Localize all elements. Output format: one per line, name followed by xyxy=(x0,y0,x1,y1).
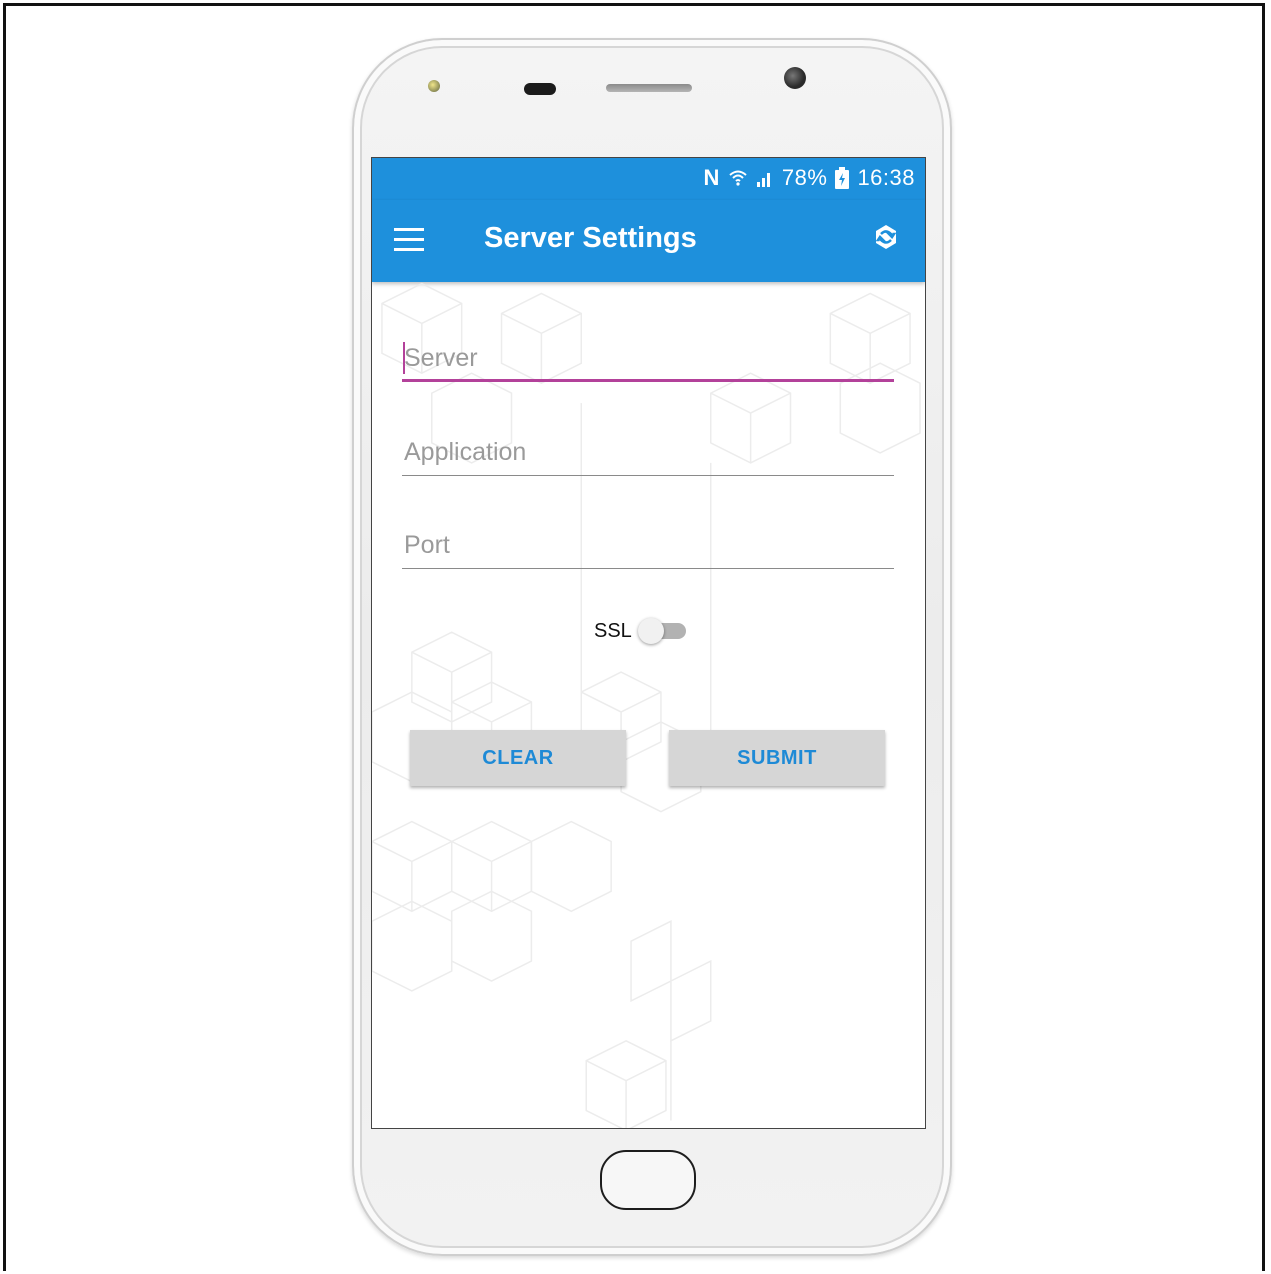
cube-background-pattern xyxy=(372,282,921,1128)
nfc-icon: N xyxy=(703,165,720,190)
phone-screen: N 78% 16:38 Server Settings Server Appli… xyxy=(371,157,926,1129)
server-field[interactable] xyxy=(402,338,894,382)
front-camera xyxy=(784,67,806,89)
port-field[interactable] xyxy=(402,525,894,569)
ssl-toggle-thumb xyxy=(637,618,664,644)
ssl-label: SSL xyxy=(594,619,632,642)
wifi-icon xyxy=(728,168,748,188)
app-bar: Server Settings xyxy=(372,200,925,282)
proximity-sensor xyxy=(428,80,440,92)
port-underline xyxy=(402,568,894,569)
signal-icon xyxy=(756,168,774,188)
sync-icon[interactable] xyxy=(871,222,901,252)
page-title: Server Settings xyxy=(484,222,697,254)
clear-button[interactable]: CLEAR xyxy=(410,730,626,786)
battery-percent: 78% xyxy=(781,165,828,190)
ssl-toggle[interactable] xyxy=(637,618,688,644)
application-field[interactable] xyxy=(402,432,894,476)
sensor-window xyxy=(524,83,556,95)
earpiece-speaker xyxy=(606,84,692,92)
status-bar: N 78% 16:38 xyxy=(372,158,925,200)
application-underline xyxy=(402,475,894,476)
ssl-row: SSL xyxy=(594,618,688,644)
server-underline xyxy=(402,379,894,382)
status-icons: N 78% 16:38 xyxy=(704,165,916,191)
application-input[interactable] xyxy=(402,432,894,472)
menu-icon[interactable] xyxy=(394,228,424,251)
submit-button[interactable]: SUBMIT xyxy=(669,730,885,786)
server-input[interactable] xyxy=(402,338,894,378)
battery-icon xyxy=(835,167,850,189)
clock: 16:38 xyxy=(857,165,915,190)
port-input[interactable] xyxy=(402,525,894,565)
text-caret xyxy=(403,342,405,374)
home-button[interactable] xyxy=(600,1150,696,1210)
